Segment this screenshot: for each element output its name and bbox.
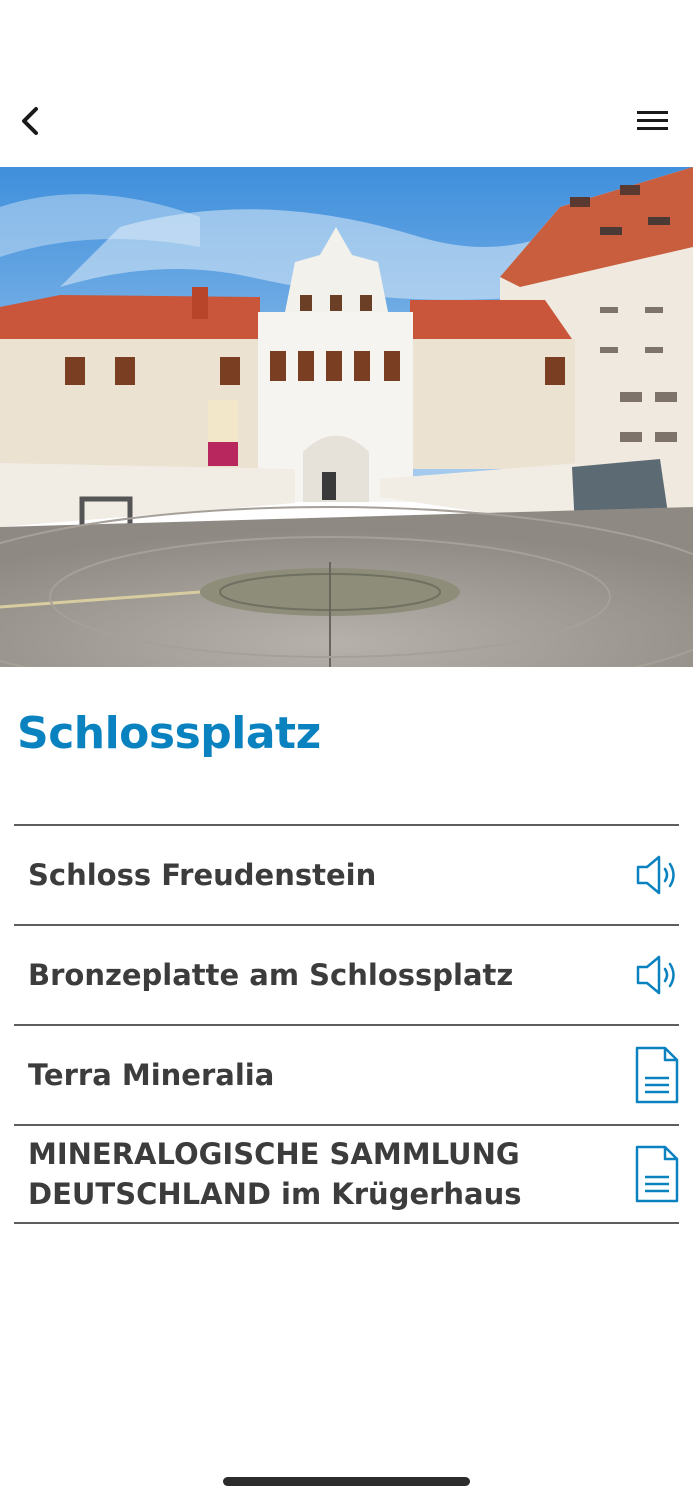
list-item[interactable]: Schloss Freudenstein [14,824,679,924]
list-item-label: Terra Mineralia [28,1058,275,1092]
document-icon[interactable] [635,1145,679,1203]
list-item-label: Schloss Freudenstein [28,858,377,892]
chevron-left-icon [22,107,38,135]
speaker-audio-icon[interactable] [635,846,679,904]
document-icon[interactable] [635,1046,679,1104]
speaker-audio-icon[interactable] [635,946,679,1004]
list-item[interactable]: Bronzeplatte am Schlossplatz [14,924,679,1024]
back-button[interactable] [14,100,54,142]
list-item[interactable]: MINERALOGISCHE SAMMLUNG DEUTSCHLAND im K… [14,1124,679,1224]
poi-list: Schloss Freudenstein Bronzeplatte am Sch… [14,824,679,1224]
menu-button[interactable] [630,100,676,142]
top-bar [0,0,693,167]
list-item[interactable]: Terra Mineralia [14,1024,679,1124]
hamburger-menu-icon [637,111,668,130]
list-item-label: Bronzeplatte am Schlossplatz [28,958,514,992]
app-screen: Schlossplatz Schloss Freudenstein Bronze… [0,0,693,1500]
hero-image [0,167,693,667]
page-title: Schlossplatz [17,708,321,759]
home-indicator[interactable] [223,1477,470,1486]
list-item-label: MINERALOGISCHE SAMMLUNG DEUTSCHLAND im K… [28,1137,522,1211]
